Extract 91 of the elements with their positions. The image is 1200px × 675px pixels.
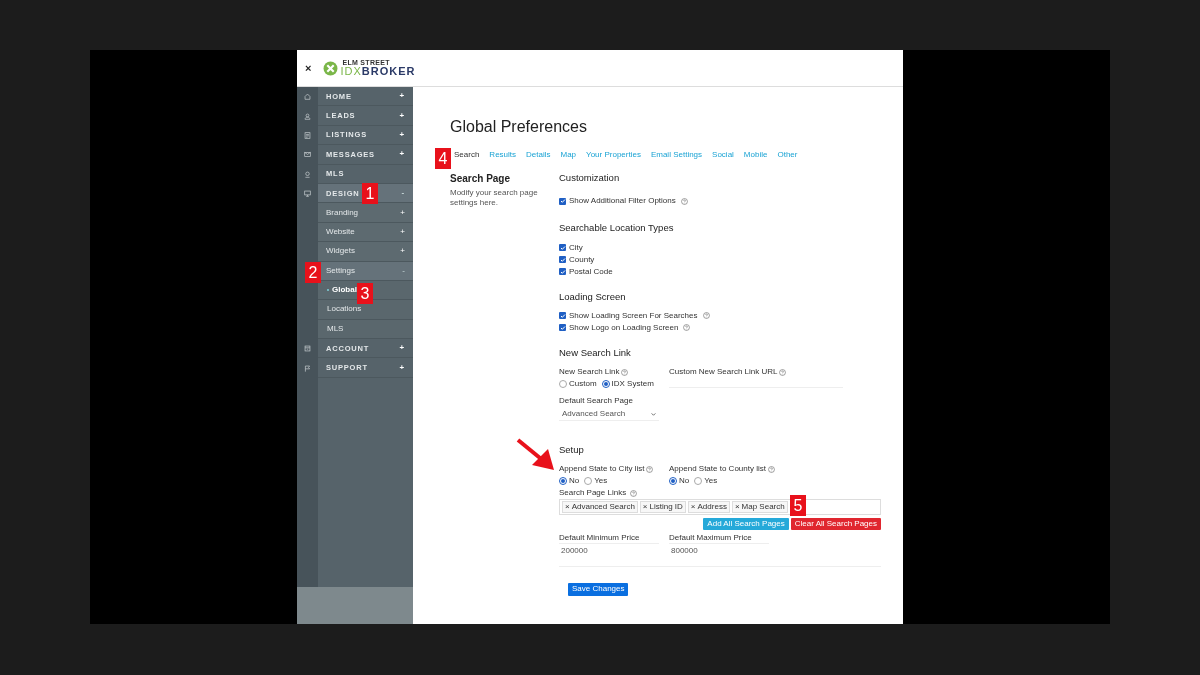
checkbox-label: County — [569, 253, 595, 266]
tab[interactable]: Search — [454, 149, 480, 161]
field-label: Append State to City list — [559, 463, 645, 476]
section-title: Search Page — [450, 172, 512, 186]
help-icon[interactable] — [779, 368, 787, 376]
field-label: Append State to County list — [669, 463, 766, 476]
checkbox[interactable] — [559, 256, 566, 263]
section-heading: New Search Link — [559, 345, 632, 360]
checkbox[interactable] — [559, 324, 566, 332]
tab[interactable]: Other — [777, 149, 798, 161]
field-label: Default Search Page — [559, 395, 634, 407]
help-icon[interactable] — [621, 368, 629, 376]
checkbox[interactable] — [559, 268, 566, 275]
tab[interactable]: Results — [489, 149, 517, 161]
tab[interactable]: Social — [712, 149, 734, 161]
checkbox[interactable] — [559, 312, 566, 320]
remove-tag-button[interactable]: × — [565, 501, 570, 514]
tag-label: Address — [697, 501, 727, 514]
tag-label: Advanced Search — [571, 501, 635, 514]
radio-button[interactable] — [601, 380, 610, 388]
radio-button[interactable] — [694, 477, 703, 486]
annotation-number: 4 — [435, 148, 451, 169]
help-icon[interactable] — [683, 324, 691, 332]
tab[interactable]: Mobile — [743, 149, 768, 161]
tab[interactable]: Map — [560, 149, 577, 161]
remove-tag-button[interactable]: × — [690, 501, 696, 514]
radio-label: No — [679, 475, 690, 488]
annotation-number: 3 — [357, 283, 373, 304]
section-description: Modify your search page settings here. — [450, 188, 539, 208]
chevron-down-icon — [651, 412, 656, 416]
radio-label: IDX System — [611, 378, 654, 390]
user-icon[interactable] — [304, 112, 311, 120]
radio-button[interactable] — [584, 477, 593, 486]
price-input-field[interactable]: 200000 — [559, 543, 659, 558]
field-label: Custom New Search Link URL — [669, 366, 778, 378]
remove-tag-button[interactable]: × — [734, 501, 740, 514]
checkbox-label: Show Logo on Loading Screen — [569, 321, 679, 334]
section-heading: Customization — [559, 171, 621, 185]
section-heading: Searchable Location Types — [559, 221, 675, 236]
badge-icon[interactable] — [304, 170, 311, 178]
page-title: Global Preferences — [450, 117, 588, 137]
arrow-icon — [516, 438, 556, 472]
remove-tag-button[interactable]: × — [642, 501, 648, 514]
radio-button[interactable] — [669, 477, 677, 486]
nav-item[interactable]: Locations — [318, 300, 413, 320]
archive-icon[interactable] — [304, 345, 311, 353]
annotation-number: 1 — [362, 183, 378, 204]
field-label: Default Minimum Price — [559, 532, 641, 544]
help-icon[interactable] — [702, 312, 710, 320]
clear-all-button[interactable]: Clear All Search Pages — [790, 518, 881, 531]
tab[interactable]: Details — [526, 149, 551, 161]
radio-label: Yes — [704, 475, 718, 488]
nav-item[interactable]: Widgets + — [318, 242, 413, 262]
radio-button[interactable] — [559, 477, 567, 486]
mail-icon[interactable] — [304, 151, 311, 159]
price-input-field[interactable]: 800000 — [669, 543, 769, 558]
radio-label: Custom — [569, 378, 597, 390]
checkbox-label: Postal Code — [569, 265, 613, 278]
select-dropdown[interactable]: Advanced Search — [559, 408, 659, 421]
radio-label: Yes — [594, 475, 608, 488]
close-button[interactable]: × — [305, 59, 312, 77]
radio-label: No — [569, 475, 580, 488]
monitor-icon[interactable] — [304, 190, 311, 198]
checkbox-label: City — [569, 241, 583, 254]
help-icon[interactable] — [646, 465, 654, 473]
help-icon[interactable] — [767, 465, 775, 473]
checkbox-label: Show Loading Screen For Searches — [569, 309, 698, 322]
help-icon[interactable] — [630, 489, 638, 497]
checkbox[interactable] — [559, 244, 566, 251]
save-button[interactable]: Save Changes — [568, 582, 629, 596]
help-icon[interactable] — [680, 197, 688, 205]
section-heading: Setup — [559, 443, 585, 457]
checkbox[interactable] — [559, 197, 566, 205]
radio-button[interactable] — [559, 380, 567, 388]
tab[interactable]: Email Settings — [650, 149, 703, 161]
field-label: Default Maximum Price — [669, 532, 753, 544]
nav-item[interactable]: MLS — [318, 319, 413, 340]
home-icon[interactable] — [304, 93, 311, 101]
nav-item[interactable]: Branding + — [318, 203, 413, 223]
field-label: New Search Link — [559, 366, 620, 378]
checkbox-label: Show Additional Filter Options — [569, 195, 676, 208]
tag-label: Map Search — [741, 501, 785, 514]
flag-icon[interactable] — [304, 364, 311, 372]
annotation-number: 5 — [790, 495, 806, 516]
tab[interactable]: Your Properties — [586, 149, 641, 161]
tag-label: Listing ID — [649, 501, 683, 514]
section-heading: Loading Screen — [559, 289, 627, 304]
field-label: Search Page Links — [559, 487, 627, 500]
nav-item[interactable]: Website + — [318, 222, 413, 243]
annotation-number: 2 — [305, 262, 321, 283]
document-icon[interactable] — [304, 131, 311, 139]
